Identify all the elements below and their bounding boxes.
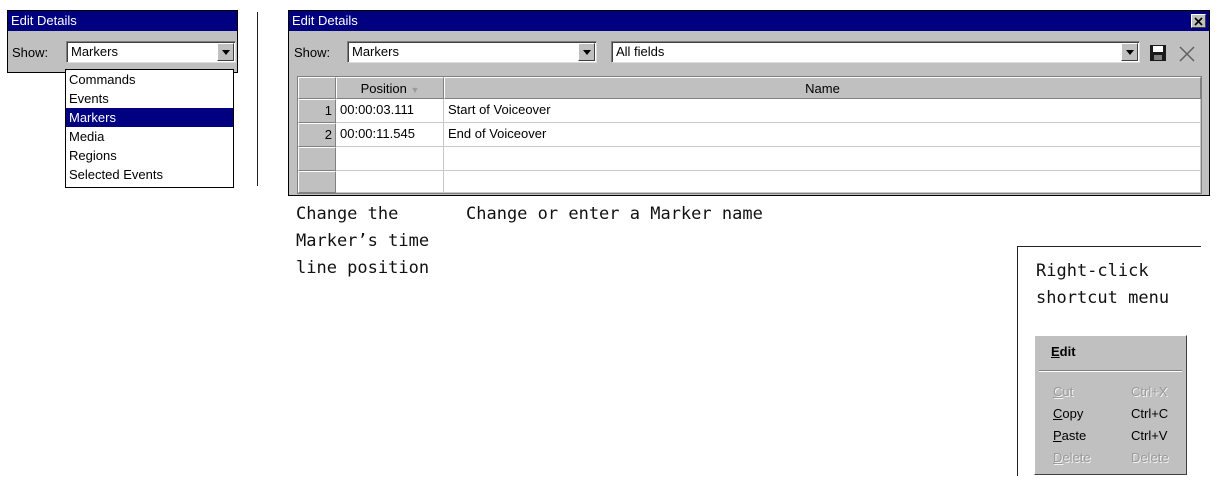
menu-item-copy[interactable]: Copy <box>1053 406 1083 421</box>
main-show-dropdown[interactable]: Markers <box>347 41 597 63</box>
chevron-down-icon <box>1125 49 1134 55</box>
chevron-down-icon <box>582 49 591 55</box>
option-events[interactable]: Events <box>66 89 233 108</box>
menu-item-copy-label: opy <box>1062 406 1084 421</box>
row-header-4[interactable] <box>298 171 336 193</box>
menu-item-cut[interactable]: Cut <box>1053 384 1073 399</box>
delete-button[interactable] <box>1177 44 1197 64</box>
caption-name: Change or enter a Marker name <box>466 204 763 224</box>
cell-name-3[interactable] <box>444 147 1201 171</box>
menu-item-cut-key: C <box>1053 384 1063 399</box>
small-show-options-list: Commands Events Markers Media Regions Se… <box>65 69 234 188</box>
caption-menu: Right-click shortcut menu <box>1036 258 1216 312</box>
menu-header-edit-key: E <box>1051 344 1060 359</box>
cell-position-4[interactable] <box>336 171 444 193</box>
caption-menu-line1: Right-click <box>1036 261 1149 281</box>
menu-item-delete[interactable]: Delete <box>1053 450 1091 465</box>
main-show-label: Show: <box>294 45 331 60</box>
menu-header-edit[interactable]: Edit <box>1051 344 1076 359</box>
caption-position-line3: line position <box>296 258 430 278</box>
markers-grid: Position ▼ Name 1 00:00:03.111 Start of … <box>297 76 1202 194</box>
menu-item-copy-key: C <box>1053 406 1063 421</box>
option-markers[interactable]: Markers <box>66 108 233 127</box>
menu-shortcut-delete: Delete <box>1131 450 1169 465</box>
chevron-down-icon <box>221 49 230 55</box>
column-header-name[interactable]: Name <box>444 77 1201 99</box>
menu-item-delete-key: D <box>1053 450 1063 465</box>
close-button[interactable] <box>1191 14 1206 28</box>
delete-x-icon <box>1179 46 1195 62</box>
cell-position-3[interactable] <box>336 147 444 171</box>
save-disk-icon <box>1150 45 1166 61</box>
small-show-value: Markers <box>71 44 118 59</box>
small-window-title: Edit Details <box>8 11 237 31</box>
fields-dropdown-button[interactable] <box>1121 43 1138 61</box>
option-regions[interactable]: Regions <box>66 146 233 165</box>
column-header-position[interactable]: Position ▼ <box>336 77 444 99</box>
close-icon <box>1194 16 1203 26</box>
small-edit-details-window: Edit Details Show: Markers <box>7 10 238 73</box>
caption-menu-line2: shortcut menu <box>1036 288 1170 308</box>
separator-line <box>257 12 258 186</box>
menu-item-paste-key: P <box>1053 428 1062 443</box>
row-header-2[interactable]: 2 <box>298 123 336 147</box>
main-edit-details-window: Edit Details Show: Markers All fields Po… <box>288 10 1210 196</box>
menu-item-paste[interactable]: Paste <box>1053 428 1086 443</box>
small-show-label: Show: <box>12 45 49 60</box>
caption-position-line1: Change the <box>296 204 399 224</box>
cell-position-1[interactable]: 00:00:03.111 <box>336 99 444 123</box>
menu-item-delete-label: elete <box>1062 450 1091 465</box>
grid-corner-header <box>298 77 336 99</box>
save-button[interactable] <box>1149 44 1167 62</box>
row-header-1[interactable]: 1 <box>298 99 336 123</box>
fields-dropdown[interactable]: All fields <box>611 41 1140 63</box>
column-header-position-label: Position <box>360 81 407 96</box>
main-window-title: Edit Details <box>289 11 1209 31</box>
context-menu: Edit Cut Ctrl+X Copy Ctrl+C Paste Ctrl+V… <box>1034 335 1187 475</box>
row-header-3[interactable] <box>298 147 336 171</box>
menu-header-edit-rest: dit <box>1059 344 1076 359</box>
option-selected-events[interactable]: Selected Events <box>66 165 233 184</box>
caption-position: Change the Marker’s time line position <box>296 201 466 282</box>
cell-name-2[interactable]: End of Voiceover <box>444 123 1201 147</box>
cell-name-1[interactable]: Start of Voiceover <box>444 99 1201 123</box>
cell-name-4[interactable] <box>444 171 1201 193</box>
small-show-dropdown[interactable]: Markers <box>66 41 236 63</box>
menu-shortcut-copy: Ctrl+C <box>1131 406 1169 421</box>
menu-shortcut-cut: Ctrl+X <box>1131 384 1168 399</box>
small-dropdown-button[interactable] <box>217 43 234 61</box>
menu-item-cut-label: ut <box>1062 384 1074 399</box>
menu-shortcut-paste: Ctrl+V <box>1131 428 1168 443</box>
menu-separator <box>1039 370 1182 372</box>
option-commands[interactable]: Commands <box>66 70 233 89</box>
cell-position-2[interactable]: 00:00:11.545 <box>336 123 444 147</box>
menu-item-paste-label: aste <box>1061 428 1087 443</box>
fields-value: All fields <box>616 44 665 59</box>
sort-arrow-icon: ▼ <box>410 85 420 95</box>
main-show-dropdown-button[interactable] <box>578 43 595 61</box>
main-show-value: Markers <box>352 44 399 59</box>
caption-position-line2: Marker’s time <box>296 231 430 251</box>
option-media[interactable]: Media <box>66 127 233 146</box>
